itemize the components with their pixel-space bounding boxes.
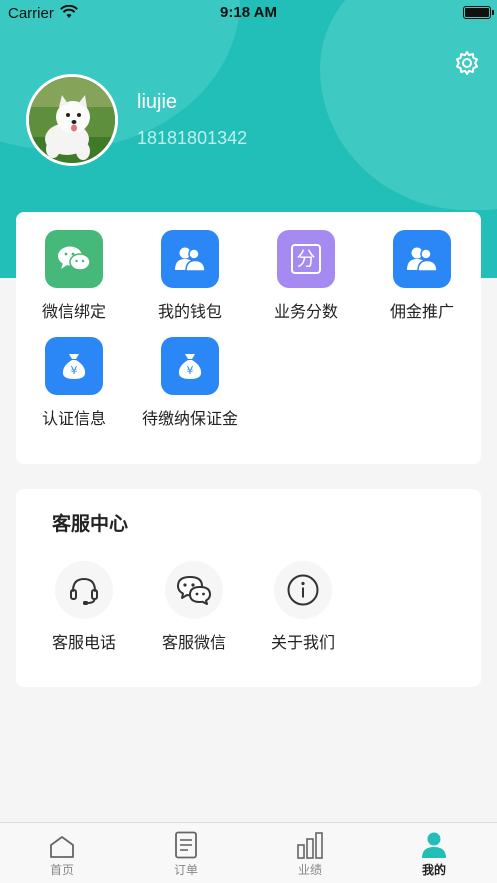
- avatar[interactable]: [26, 74, 118, 166]
- feature-card: 微信绑定 我的钱包 分 业务分数 佣金推广 ¥ 认证信息 ¥ 待缴纳保证金: [16, 212, 481, 464]
- wechat-icon: [45, 230, 103, 288]
- service-label: 客服微信: [161, 633, 226, 652]
- service-label: 客服电话: [51, 633, 116, 652]
- feature-label: 待缴纳保证金: [141, 409, 238, 428]
- money-bag-icon: ¥: [161, 337, 219, 395]
- tab-mine[interactable]: 我的: [372, 823, 496, 883]
- feature-label: 我的钱包: [157, 302, 222, 321]
- feature-label: 佣金推广: [389, 302, 454, 321]
- service-wechat-button[interactable]: 客服微信: [146, 561, 242, 653]
- feature-label: 业务分数: [273, 302, 338, 321]
- service-label: 关于我们: [270, 633, 335, 652]
- deposit-button[interactable]: ¥ 待缴纳保证金: [132, 337, 248, 429]
- svg-text:¥: ¥: [187, 364, 194, 377]
- about-us-button[interactable]: 关于我们: [255, 561, 351, 653]
- certification-button[interactable]: ¥ 认证信息: [16, 337, 132, 429]
- wechat-outline-icon: [165, 561, 223, 619]
- wechat-bind-button[interactable]: 微信绑定: [16, 230, 132, 322]
- info-icon: [274, 561, 332, 619]
- section-title: 客服中心: [52, 513, 129, 535]
- service-phone-button[interactable]: 客服电话: [36, 561, 132, 653]
- status-bar: Carrier 9:18 AM: [0, 0, 497, 26]
- feature-label: 认证信息: [41, 409, 106, 428]
- user-icon: [393, 230, 451, 288]
- money-bag-icon: ¥: [45, 337, 103, 395]
- tab-label: 订单: [173, 863, 198, 877]
- score-icon: 分: [277, 230, 335, 288]
- feature-label: 微信绑定: [41, 302, 106, 321]
- svg-text:¥: ¥: [71, 364, 78, 377]
- tab-orders[interactable]: 订单: [124, 823, 248, 883]
- wallet-button[interactable]: 我的钱包: [132, 230, 248, 322]
- phone-number: 18181801342: [137, 128, 248, 148]
- score-button[interactable]: 分 业务分数: [248, 230, 364, 322]
- username: liujie: [137, 91, 178, 113]
- bar-chart-icon: [297, 832, 323, 859]
- service-center-card: 客服中心 客服电话 客服微信 关于我们: [16, 489, 481, 687]
- tab-label: 业绩: [297, 863, 322, 877]
- tab-home[interactable]: 首页: [0, 823, 124, 883]
- tab-label: 我的: [421, 863, 446, 877]
- users-icon: [161, 230, 219, 288]
- score-glyph: 分: [291, 244, 321, 274]
- battery-icon: [463, 6, 494, 19]
- clock: 9:18 AM: [220, 4, 277, 21]
- header-decoration: [320, 0, 497, 210]
- promotion-button[interactable]: 佣金推广: [364, 230, 480, 322]
- gear-icon[interactable]: [453, 49, 481, 77]
- document-icon: [175, 831, 197, 859]
- tab-performance[interactable]: 业绩: [248, 823, 372, 883]
- dog-avatar-image: [29, 77, 115, 163]
- person-icon: [422, 832, 446, 858]
- home-icon: [50, 836, 74, 858]
- tab-label: 首页: [49, 863, 74, 877]
- tab-bar: 首页 订单 业绩 我的: [0, 822, 497, 883]
- headset-icon: [55, 561, 113, 619]
